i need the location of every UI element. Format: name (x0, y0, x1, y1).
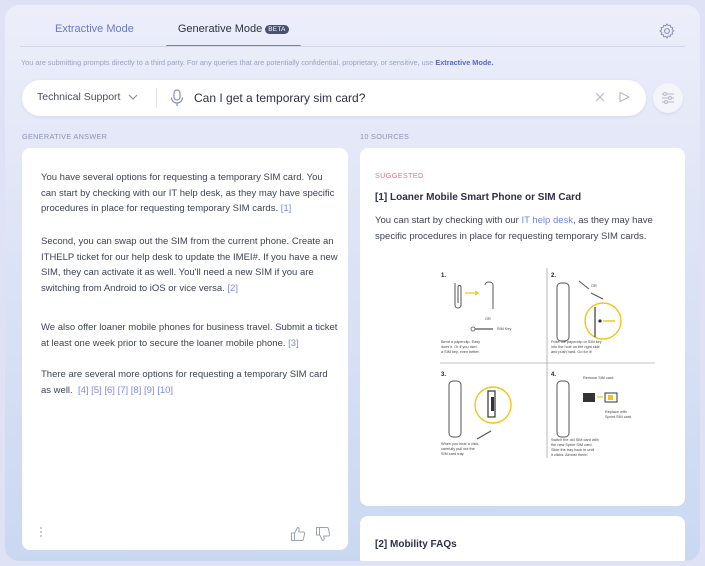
diagram-caption: Bend a paperclip. Easy (441, 340, 480, 344)
diagram-caption: does it. Or if you own (441, 345, 477, 349)
notice-text: You are submitting prompts directly to a… (21, 58, 436, 67)
phone-icon (556, 282, 570, 342)
citation-link[interactable]: [1] (281, 203, 292, 214)
thumbs-down-icon[interactable] (315, 526, 331, 542)
suggested-tag: SUGGESTED (375, 171, 424, 180)
tab-extractive-mode[interactable]: Extractive Mode (43, 15, 146, 45)
answer-paragraph: We also offer loaner mobile phones for b… (41, 320, 339, 351)
citation-link[interactable]: [8] (131, 385, 142, 396)
answer-paragraph: There are several more options for reque… (41, 367, 339, 398)
more-options-icon[interactable] (39, 526, 43, 538)
citation-link[interactable]: [4] (78, 385, 89, 396)
diagram-caption: carefully pull out the (441, 447, 475, 451)
source-title[interactable]: [1] Loaner Mobile Smart Phone or SIM Car… (375, 192, 581, 203)
excerpt-text: You can start by checking with our (375, 215, 522, 226)
diagram-label: Sprint SIM card (605, 415, 631, 419)
tab-label: Extractive Mode (55, 23, 134, 35)
diagram-caption: SIM card tray. (441, 452, 464, 456)
citation-link[interactable]: [7] (118, 385, 129, 396)
diagram-caption: Switch the old SIM card with (551, 438, 599, 442)
mode-tabs: Extractive Mode Generative Mode BETA (43, 15, 321, 47)
beta-badge: BETA (265, 25, 289, 34)
close-icon[interactable] (595, 92, 605, 102)
citation-link[interactable]: [2] (227, 283, 238, 294)
diagram-caption: Slide the tray back in until (551, 448, 594, 452)
answer-paragraph: You have several options for requesting … (41, 170, 339, 217)
citation-link[interactable]: [10] (157, 385, 173, 396)
diagram-caption: and push hard. Go for it! (551, 350, 592, 354)
sim-card-instructions-diagram: 1. OR SIM Key Bend a paperclip. Easy doe… (435, 263, 660, 463)
answer-paragraph: Second, you can swap out the SIM from th… (41, 234, 339, 296)
diagram-label: OR (485, 317, 491, 321)
step-number: 3. (441, 372, 446, 378)
diagram-caption: When you hear a click, (441, 442, 479, 446)
diagram-label: Remove SIM card (583, 376, 613, 380)
step-number: 1. (441, 273, 446, 279)
diagram-label: OR (591, 284, 597, 288)
send-icon[interactable] (618, 91, 630, 103)
diagram-caption: it clicks. Almost there! (551, 453, 588, 457)
category-value: Technical Support (37, 91, 121, 103)
source-card-2[interactable]: [2] Mobility FAQs (360, 516, 685, 561)
citation-link[interactable]: [9] (144, 385, 155, 396)
diagram-caption: into the hole on the right side (551, 345, 600, 349)
microphone-icon[interactable] (170, 89, 184, 107)
generative-answer-label: GENERATIVE ANSWER (22, 132, 108, 141)
sliders-icon (662, 92, 674, 104)
citation-link[interactable]: [6] (104, 385, 115, 396)
third-party-notice: You are submitting prompts directly to a… (21, 58, 493, 67)
source-title[interactable]: [2] Mobility FAQs (375, 539, 457, 550)
step-number: 4. (551, 372, 556, 378)
app-window: Extractive Mode Generative Mode BETA You … (5, 5, 700, 561)
step-number: 2. (551, 273, 556, 279)
thumbs-up-icon[interactable] (290, 526, 306, 542)
phone-icon (556, 380, 570, 438)
tab-divider (20, 46, 685, 47)
tab-generative-mode[interactable]: Generative Mode BETA (165, 15, 301, 47)
citation-link[interactable]: [5] (91, 385, 102, 396)
divider (156, 88, 157, 108)
gear-icon[interactable] (658, 22, 676, 40)
search-bar: Technical Support (22, 80, 646, 116)
source-card-1[interactable]: SUGGESTED [1] Loaner Mobile Smart Phone … (360, 148, 685, 506)
diagram-label: SIM Key (497, 327, 511, 331)
diagram-caption: a SIM key, even better. (441, 350, 480, 354)
chevron-down-icon (129, 94, 138, 100)
diagram-caption: the new Sprint SIM card. (551, 443, 593, 447)
phone-icon (448, 380, 462, 438)
source-excerpt: You can start by checking with our IT he… (375, 213, 675, 244)
answer-panel: You have several options for requesting … (22, 148, 348, 550)
diagram-caption: Poke the paperclip or SIM key (551, 340, 602, 344)
search-input[interactable] (194, 88, 594, 108)
extractive-mode-link[interactable]: Extractive Mode. (435, 58, 493, 67)
filter-button[interactable] (653, 83, 683, 113)
diagram-label: Replace with (605, 410, 627, 414)
category-dropdown[interactable]: Technical Support (37, 91, 138, 103)
it-help-desk-link[interactable]: IT help desk (521, 215, 573, 226)
answer-text: Second, you can swap out the SIM from th… (41, 236, 338, 294)
citation-link[interactable]: [3] (288, 338, 299, 349)
sources-count-label: 10 SOURCES (360, 132, 410, 141)
sim-card-icon (583, 393, 595, 402)
tab-label: Generative Mode (177, 23, 263, 35)
